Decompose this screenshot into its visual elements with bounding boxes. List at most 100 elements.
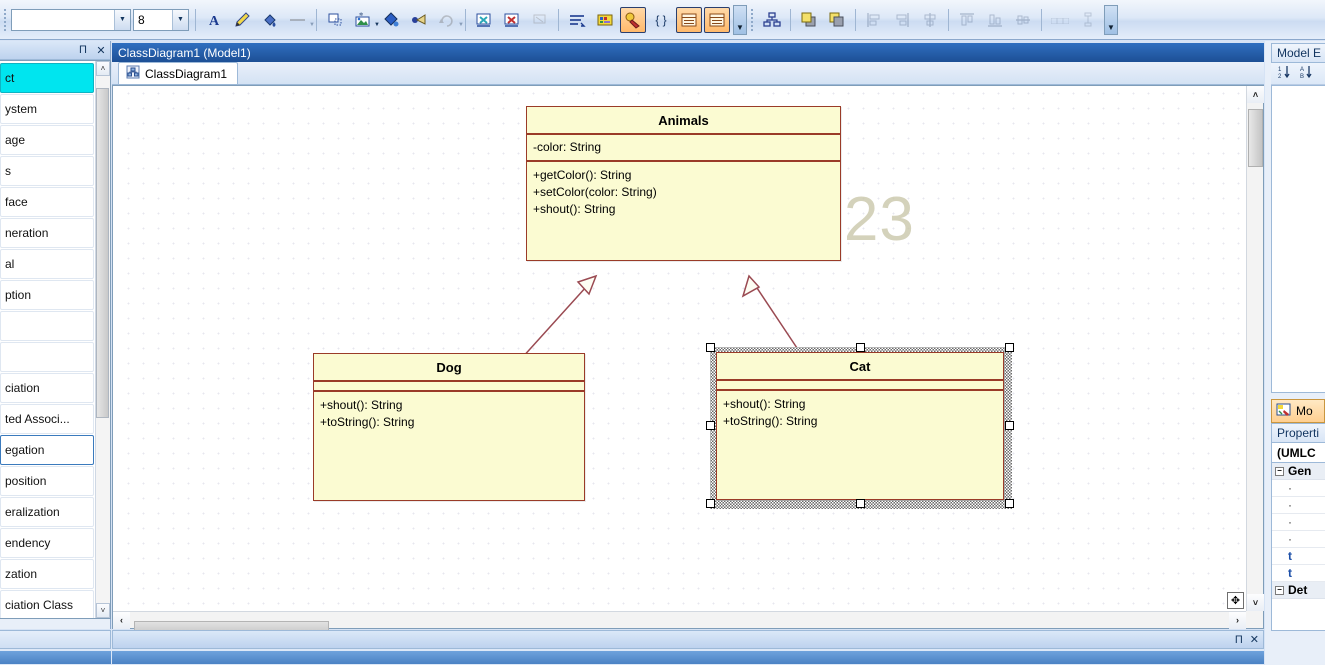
toolbox-item-aggregation[interactable]: egation [0,435,94,465]
sort-numeric-icon[interactable]: 1 2 [1277,64,1293,83]
toolbox-item-directed-association[interactable]: ted Associ... [0,404,94,434]
toolbar-grip[interactable] [750,7,755,32]
toolbox-scroll-track[interactable] [96,76,110,603]
canvas-vertical-scrollbar[interactable]: ˄ ˅ [1246,86,1264,611]
delete-element-button[interactable] [499,7,525,33]
property-row[interactable]: · [1272,531,1325,548]
toolbox-item-object[interactable]: ct [0,63,94,93]
resize-handle-s[interactable] [856,499,865,508]
toolbox-scroll-thumb[interactable] [96,88,109,418]
v-scroll-thumb[interactable] [1248,109,1263,167]
canvas-horizontal-scrollbar[interactable]: ‹ › [113,611,1246,635]
highlight-pen-button[interactable] [229,7,255,33]
close-icon[interactable]: ✕ [95,44,107,57]
resize-handle-e[interactable] [1005,421,1014,430]
resize-handle-ne[interactable] [1005,343,1014,352]
toolbox-item-association-class[interactable]: ciation Class [0,590,94,618]
scroll-up-icon[interactable]: ˄ [96,61,110,76]
property-row[interactable]: t [1272,565,1325,582]
toolbar-grip[interactable] [3,7,8,32]
pin-icon[interactable]: Π [1235,634,1243,646]
font-name-combo[interactable]: ▼ [11,8,131,31]
toolbox-item-anchor[interactable] [0,342,94,372]
rotate-button[interactable]: ▼ [434,7,464,33]
uml-class-cat[interactable]: Cat +shout(): String +toString(): String [716,352,1004,500]
align-top-button[interactable] [954,7,980,33]
stereotype-toggle-button[interactable] [620,6,646,33]
same-size-button[interactable]: □□□ [1047,7,1073,33]
align-center-vertical-button[interactable] [917,7,943,33]
toolbar-overflow-button-2[interactable]: ▼ [1104,4,1118,35]
scroll-right-icon[interactable]: › [1229,611,1246,629]
toolbox-item-class[interactable]: s [0,156,94,186]
constraint-braces-button[interactable]: { } [648,7,674,33]
pin-icon[interactable]: Π [77,44,89,56]
pan-tool-button[interactable]: ✥ [1227,592,1244,609]
property-row[interactable]: t [1272,548,1325,565]
font-color-button[interactable]: A [201,7,227,33]
resize-handle-w[interactable] [706,421,715,430]
send-backward-button[interactable] [824,7,850,33]
scroll-left-icon[interactable]: ‹ [113,611,130,629]
uml-class-dog[interactable]: Dog +shout(): String +toString(): String [313,353,585,501]
toolbox-item-generalization[interactable]: eralization [0,497,94,527]
show-operations-toggle-button[interactable] [704,6,730,33]
font-size-combo[interactable]: 8 ▼ [133,8,189,31]
toolbox-item-interface[interactable]: face [0,187,94,217]
resize-handle-nw[interactable] [706,343,715,352]
collapse-icon[interactable]: − [1275,466,1284,476]
toolbox-item-package[interactable]: age [0,125,94,155]
align-middle-button[interactable] [1010,7,1036,33]
chevron-down-icon[interactable]: ▼ [458,22,464,28]
properties-group-general[interactable]: − Gen [1272,463,1325,480]
collapse-icon[interactable]: − [1275,585,1284,595]
toolbox-item-composition[interactable]: position [0,466,94,496]
uml-class-animals[interactable]: Animals -color: String +getColor(): Stri… [526,106,841,261]
chevron-down-icon[interactable]: ▼ [309,22,315,28]
chevron-down-icon[interactable]: ▼ [172,9,188,30]
scroll-down-icon[interactable]: ˅ [1247,594,1264,611]
clear-format-button[interactable] [471,7,497,33]
hide-element-button[interactable] [527,7,553,33]
distribute-button[interactable] [1075,7,1101,33]
property-row[interactable]: · [1272,497,1325,514]
toolbox-item-signal[interactable]: al [0,249,94,279]
grid-settings-button[interactable] [592,7,618,33]
tab-classdiagram1[interactable]: ClassDiagram1 [118,62,239,84]
property-row[interactable]: · [1272,480,1325,497]
toolbox-item-note[interactable] [0,311,94,341]
diagram-canvas[interactable]: 20165323 Animals -color: String +getColo… [121,86,1246,611]
sort-alpha-icon[interactable]: A B [1299,64,1315,83]
show-attributes-toggle-button[interactable] [676,6,702,33]
close-icon[interactable]: ✕ [1250,633,1259,646]
toolbox-item-dependency[interactable]: endency [0,528,94,558]
align-left-button[interactable] [861,7,887,33]
image-insert-button[interactable]: ✲ ▼ [350,7,380,33]
toolbox-item-enumeration[interactable]: neration [0,218,94,248]
v-scroll-track[interactable] [1247,103,1263,594]
auto-fit-button[interactable] [564,7,590,33]
toolbox-item-association[interactable]: ciation [0,373,94,403]
resize-handle-sw[interactable] [706,499,715,508]
align-bottom-button[interactable] [982,7,1008,33]
fill-color-button[interactable] [257,7,283,33]
chevron-down-icon[interactable]: ▼ [114,9,130,30]
model-tab-button[interactable]: Mo [1271,399,1325,423]
toolbox-item-system[interactable]: ystem [0,94,94,124]
properties-group-details[interactable]: − Det [1272,582,1325,599]
scroll-up-icon[interactable]: ˄ [1247,86,1264,103]
auto-layout-button[interactable] [759,7,785,33]
toolbox-scrollbar[interactable]: ˄ ˅ [95,61,110,618]
scroll-down-icon[interactable]: ˅ [96,603,110,618]
toolbox-item-realization[interactable]: zation [0,559,94,589]
resize-handle-se[interactable] [1005,499,1014,508]
align-right-button[interactable] [889,7,915,33]
resize-handle-n[interactable] [856,343,865,352]
properties-grid[interactable]: − Gen · · · · t t − Det [1271,463,1325,631]
polygon-tool-button[interactable] [406,7,432,33]
toolbox-item-exception[interactable]: ption [0,280,94,310]
property-row[interactable]: · [1272,514,1325,531]
line-style-button[interactable]: ▼ [285,7,315,33]
paint-bucket-button[interactable] [378,7,404,33]
toolbar-overflow-button[interactable]: ▼ [733,4,747,35]
